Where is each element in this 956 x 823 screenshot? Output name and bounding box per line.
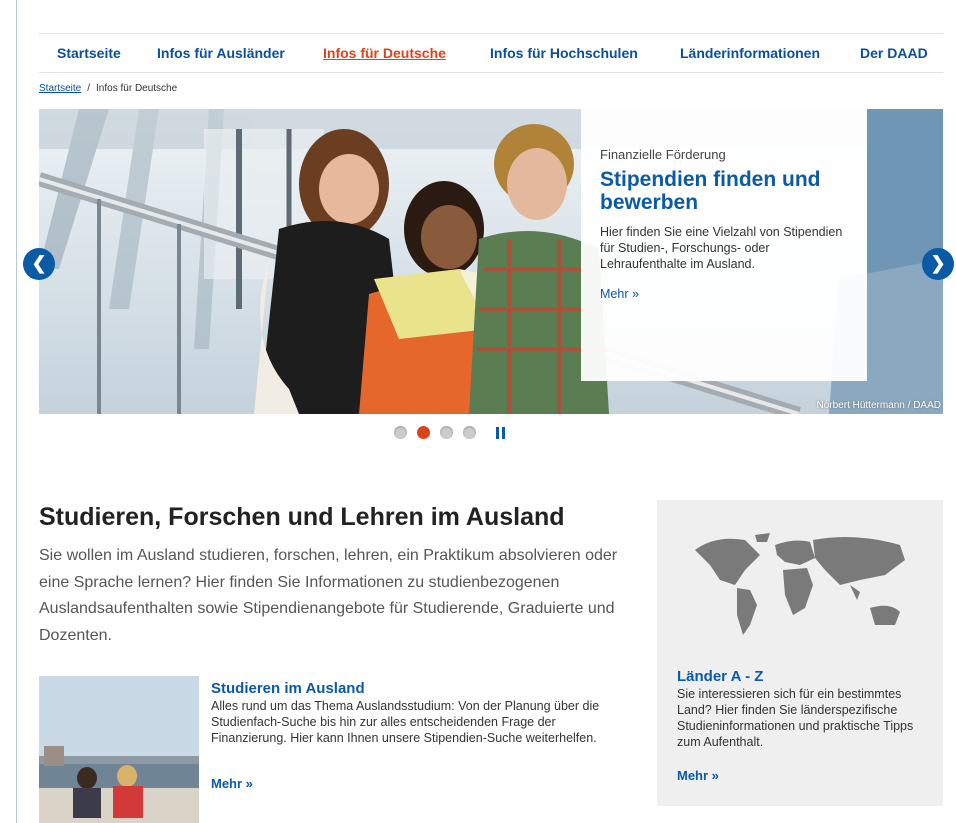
- chevron-right-icon: ❯: [930, 253, 946, 273]
- nav-infos-hochschulen[interactable]: Infos für Hochschulen: [490, 45, 638, 61]
- slider-dot-3[interactable]: [440, 426, 453, 439]
- chevron-left-icon: ❮: [31, 253, 47, 273]
- breadcrumb: Startseite / Infos für Deutsche: [39, 83, 177, 94]
- nav-infos-auslaender[interactable]: Infos für Ausländer: [157, 45, 285, 61]
- main-navigation: Startseite Infos für Ausländer Infos für…: [39, 33, 943, 73]
- slide-caption: Finanzielle Förderung Stipendien finden …: [581, 109, 867, 381]
- slide-kicker: Finanzielle Förderung: [600, 147, 726, 162]
- nav-der-daad[interactable]: Der DAAD: [860, 45, 928, 61]
- slider-dot-1[interactable]: [394, 426, 407, 439]
- teaser-title-link[interactable]: Studieren im Ausland: [211, 680, 365, 697]
- teaser-image[interactable]: [39, 676, 199, 823]
- world-map-icon[interactable]: [675, 530, 925, 645]
- countries-title-link[interactable]: Länder A - Z: [677, 668, 763, 685]
- intro-text: Sie wollen im Ausland studieren, forsche…: [39, 547, 618, 644]
- slider-next-button[interactable]: ❯: [922, 248, 954, 280]
- countries-more-link[interactable]: Mehr »: [677, 768, 719, 783]
- slide-title[interactable]: Stipendien finden und bewerben: [600, 168, 847, 214]
- countries-box: Länder A - Z Sie interessieren sich für …: [657, 500, 943, 806]
- page-title: Studieren, Forschen und Lehren im Auslan…: [39, 503, 565, 531]
- slide-text: Hier finden Sie eine Vielzahl von Stipen…: [600, 225, 843, 271]
- breadcrumb-separator: /: [87, 83, 91, 94]
- countries-text: Sie interessieren sich für ein bestimmte…: [677, 687, 914, 749]
- nav-startseite[interactable]: Startseite: [57, 45, 121, 61]
- teaser-text: Alles rund um das Thema Auslandsstudium:…: [211, 699, 600, 745]
- breadcrumb-home-link[interactable]: Startseite: [39, 83, 81, 94]
- nav-laenderinformationen[interactable]: Länderinformationen: [680, 45, 820, 61]
- nav-infos-deutsche[interactable]: Infos für Deutsche: [323, 45, 446, 61]
- pause-icon[interactable]: [496, 427, 506, 439]
- slider-dot-4[interactable]: [463, 426, 476, 439]
- slide-more-link[interactable]: Mehr »: [600, 287, 639, 301]
- slider-prev-button[interactable]: ❮: [23, 248, 55, 280]
- slider-dot-2[interactable]: [417, 426, 430, 439]
- teaser-more-link[interactable]: Mehr »: [211, 776, 253, 791]
- page-left-border: [16, 0, 17, 823]
- hero-slider: Finanzielle Förderung Stipendien finden …: [39, 109, 943, 414]
- breadcrumb-current: Infos für Deutsche: [96, 83, 178, 94]
- photo-credit: Norbert Hüttermann / DAAD: [816, 400, 942, 411]
